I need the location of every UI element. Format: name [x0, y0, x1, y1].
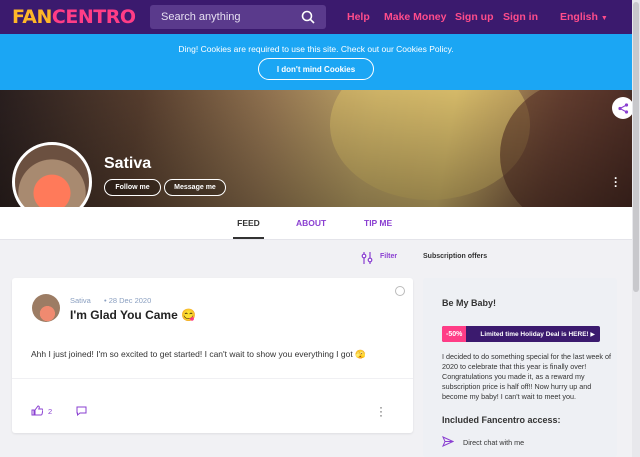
- offer-description: I decided to do something special for th…: [442, 352, 612, 401]
- cookie-banner: Ding! Cookies are required to use this s…: [0, 34, 632, 90]
- chevron-right-icon: ▶: [590, 331, 595, 338]
- message-button[interactable]: Message me: [164, 179, 226, 196]
- deal-text: Limited time Holiday Deal is HERE!: [480, 330, 589, 338]
- profile-tabs: FEED ABOUT TIP ME: [0, 207, 632, 240]
- page-scrollbar[interactable]: [632, 0, 640, 457]
- top-navbar: FANCENTRO Search anything Help Make Mone…: [0, 0, 632, 34]
- share-icon: [617, 102, 628, 114]
- share-button[interactable]: [612, 97, 634, 119]
- search-input[interactable]: Search anything: [161, 11, 301, 23]
- globe-icon: [395, 286, 405, 296]
- tab-tip-me[interactable]: TIP ME: [364, 218, 392, 228]
- subscription-offers-heading: Subscription offers: [423, 253, 488, 260]
- divider: [12, 378, 413, 379]
- feed-post: Sativa • 28 Dec 2020 I'm Glad You Came 😋…: [12, 278, 413, 433]
- language-selector[interactable]: English ▼: [560, 11, 608, 23]
- comment-icon[interactable]: [76, 406, 87, 416]
- accept-cookies-button[interactable]: I don't mind Cookies: [258, 58, 374, 80]
- post-author-avatar[interactable]: [32, 294, 60, 322]
- nav-make-money-link[interactable]: Make Money: [384, 11, 446, 23]
- scrollbar-thumb[interactable]: [633, 2, 639, 292]
- post-date: • 28 Dec 2020: [104, 296, 152, 305]
- follow-button[interactable]: Follow me: [104, 179, 161, 196]
- access-item-direct-chat: Direct chat with me: [463, 438, 525, 447]
- offer-title: Be My Baby!: [442, 298, 497, 308]
- profile-name: Sativa: [104, 155, 152, 172]
- logo-text-fan: FAN: [12, 6, 52, 28]
- cover-overlay: [0, 90, 632, 207]
- nav-help-link[interactable]: Help: [347, 11, 370, 23]
- like-count: 2: [48, 407, 53, 416]
- like-icon[interactable]: [31, 405, 43, 416]
- logo-text-centro: CENTRO: [51, 6, 136, 28]
- nav-sign-in-link[interactable]: Sign in: [503, 11, 538, 23]
- filter-icon[interactable]: [361, 252, 373, 264]
- tab-feed[interactable]: FEED: [233, 218, 264, 239]
- search-bar[interactable]: Search anything: [150, 5, 326, 29]
- search-icon[interactable]: [301, 10, 315, 24]
- more-options-icon[interactable]: · · ·: [614, 172, 618, 192]
- post-date-text: 28 Dec 2020: [108, 296, 152, 305]
- profile-cover-image: [0, 90, 632, 207]
- post-body: Ahh I just joined! I'm so excited to get…: [31, 349, 366, 359]
- included-access-heading: Included Fancentro access:: [442, 415, 561, 425]
- post-author[interactable]: Sativa: [70, 296, 91, 305]
- chevron-down-icon: ▼: [600, 15, 608, 22]
- tab-about[interactable]: ABOUT: [296, 218, 326, 228]
- fancentro-logo[interactable]: FANCENTRO: [12, 6, 136, 28]
- nav-sign-up-link[interactable]: Sign up: [455, 11, 494, 23]
- send-icon: [442, 436, 454, 447]
- discount-badge: -50%: [442, 326, 467, 342]
- post-more-icon[interactable]: · · ·: [379, 401, 383, 421]
- holiday-deal-banner[interactable]: -50% Limited time Holiday Deal is HERE! …: [442, 326, 600, 342]
- filter-button[interactable]: Filter: [380, 253, 397, 260]
- subscription-offer-panel: Be My Baby! -50% Limited time Holiday De…: [423, 278, 617, 457]
- language-label: English: [560, 11, 598, 23]
- cookie-message: Ding! Cookies are required to use this s…: [178, 44, 454, 54]
- post-title: I'm Glad You Came 😋: [70, 308, 197, 322]
